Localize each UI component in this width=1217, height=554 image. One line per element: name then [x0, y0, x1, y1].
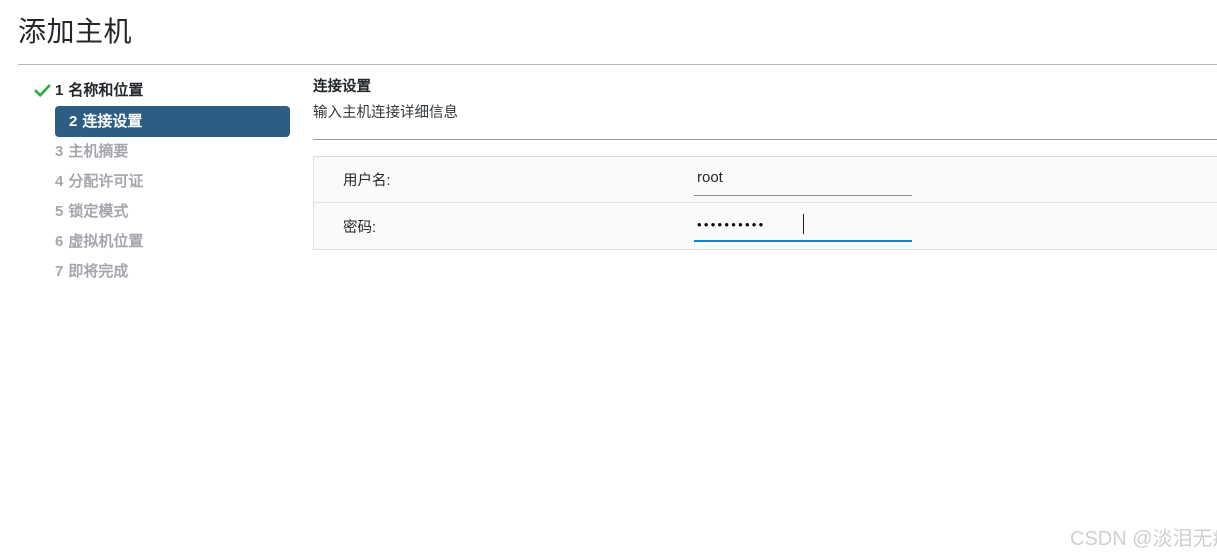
- add-host-wizard: 添加主机 1 名称和位置 2 连接设置 3 主机摘要 4 分配许可证 5 锁定模…: [0, 0, 1217, 554]
- step-number: 5: [55, 203, 64, 220]
- section-title: 连接设置: [313, 79, 371, 95]
- step-label: 锁定模式: [68, 203, 129, 220]
- step-number: 4: [55, 173, 64, 190]
- username-value: root: [697, 168, 723, 186]
- step-label: 连接设置: [82, 113, 143, 130]
- step-label: 分配许可证: [68, 173, 144, 190]
- sidebar-item-step-4[interactable]: 4 分配许可证: [0, 167, 300, 197]
- step-label: 名称和位置: [68, 82, 144, 99]
- step-number: 2: [69, 113, 78, 130]
- step-number: 6: [55, 233, 64, 250]
- step-label: 即将完成: [68, 263, 129, 280]
- wizard-main-pane: 连接设置 输入主机连接详细信息 用户名: root 密码: ••••••••••: [313, 76, 1217, 250]
- password-value: ••••••••••: [697, 217, 766, 232]
- sidebar-item-step-7[interactable]: 7 即将完成: [0, 257, 300, 287]
- sidebar-item-step-5[interactable]: 5 锁定模式: [0, 197, 300, 227]
- form-row-password: 密码: ••••••••••: [314, 203, 1217, 249]
- form-row-username: 用户名: root: [314, 157, 1217, 203]
- section-divider: [313, 139, 1217, 140]
- check-icon: [34, 84, 51, 98]
- sidebar-item-step-6[interactable]: 6 虚拟机位置: [0, 227, 300, 257]
- sidebar-item-step-1[interactable]: 1 名称和位置: [0, 76, 300, 106]
- step-number: 7: [55, 263, 64, 280]
- sidebar-item-step-2[interactable]: 2 连接设置: [55, 106, 290, 137]
- password-input[interactable]: ••••••••••: [694, 211, 912, 242]
- username-underline: [694, 194, 912, 196]
- wizard-step-list: 1 名称和位置 2 连接设置 3 主机摘要 4 分配许可证 5 锁定模式 6 虚…: [0, 76, 300, 287]
- password-label: 密码:: [343, 219, 377, 236]
- connection-settings-form: 用户名: root 密码: ••••••••••: [313, 156, 1217, 250]
- wizard-footer: CANCEL BACK NEXT: [0, 480, 1217, 554]
- username-label: 用户名:: [343, 173, 391, 189]
- section-subtitle: 输入主机连接详细信息: [313, 105, 458, 121]
- step-label: 主机摘要: [68, 143, 129, 160]
- page-title: 添加主机: [18, 16, 133, 47]
- step-number: 1: [55, 82, 64, 99]
- step-label: 虚拟机位置: [68, 233, 144, 250]
- username-input[interactable]: root: [694, 165, 912, 196]
- password-underline: [694, 240, 912, 242]
- sidebar-item-step-3[interactable]: 3 主机摘要: [0, 137, 300, 167]
- header-divider: [18, 64, 1217, 65]
- text-caret: [803, 214, 804, 234]
- wizard-header: 添加主机: [0, 0, 1217, 65]
- step-number: 3: [55, 143, 64, 160]
